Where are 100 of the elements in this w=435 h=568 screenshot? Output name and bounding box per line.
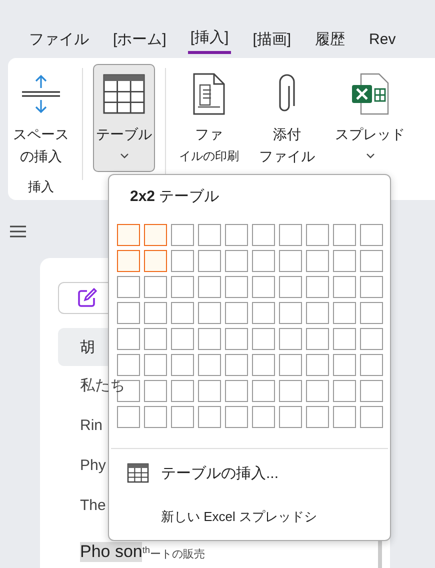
- grid-cell[interactable]: [360, 380, 383, 402]
- ribbon-tab[interactable]: Rev: [367, 28, 398, 54]
- grid-cell[interactable]: [198, 302, 221, 324]
- grid-cell[interactable]: [171, 224, 194, 246]
- grid-cell[interactable]: [306, 354, 329, 376]
- document-icon: [192, 73, 226, 115]
- grid-cell[interactable]: [225, 224, 248, 246]
- grid-cell[interactable]: [252, 276, 275, 298]
- grid-cell[interactable]: [198, 328, 221, 350]
- group-label: 挿入: [28, 178, 54, 196]
- grid-cell[interactable]: [117, 406, 140, 428]
- grid-cell[interactable]: [306, 406, 329, 428]
- grid-cell[interactable]: [144, 224, 167, 246]
- grid-cell[interactable]: [360, 250, 383, 272]
- grid-cell[interactable]: [306, 276, 329, 298]
- grid-cell[interactable]: [333, 302, 356, 324]
- grid-cell[interactable]: [306, 302, 329, 324]
- grid-cell[interactable]: [279, 250, 302, 272]
- grid-cell[interactable]: [117, 276, 140, 298]
- grid-cell[interactable]: [198, 354, 221, 376]
- ribbon-tab[interactable]: [描画]: [250, 28, 294, 54]
- grid-cell[interactable]: [360, 302, 383, 324]
- grid-cell[interactable]: [306, 250, 329, 272]
- grid-cell[interactable]: [252, 380, 275, 402]
- grid-cell[interactable]: [252, 250, 275, 272]
- ribbon-button[interactable]: スプレッド: [332, 64, 408, 172]
- grid-cell[interactable]: [198, 224, 221, 246]
- page-item[interactable]: Phy: [58, 446, 106, 486]
- grid-cell[interactable]: [252, 302, 275, 324]
- grid-cell[interactable]: [333, 406, 356, 428]
- grid-cell[interactable]: [198, 276, 221, 298]
- menu-item[interactable]: 新しい Excel スプレッドシ: [109, 497, 318, 537]
- grid-cell[interactable]: [117, 328, 140, 350]
- grid-cell[interactable]: [171, 250, 194, 272]
- grid-cell[interactable]: [117, 302, 140, 324]
- ribbon-tab[interactable]: ファイル: [27, 28, 91, 54]
- grid-cell[interactable]: [117, 224, 140, 246]
- grid-cell[interactable]: [171, 276, 194, 298]
- grid-cell[interactable]: [360, 276, 383, 298]
- grid-cell[interactable]: [360, 354, 383, 376]
- grid-cell[interactable]: [360, 406, 383, 428]
- ribbon-tab[interactable]: [ホーム]: [111, 28, 168, 54]
- ribbon-button[interactable]: ファ イルの印刷: [176, 64, 242, 172]
- grid-cell[interactable]: [279, 328, 302, 350]
- grid-cell[interactable]: [117, 354, 140, 376]
- grid-cell[interactable]: [225, 302, 248, 324]
- grid-cell[interactable]: [171, 380, 194, 402]
- grid-cell[interactable]: [144, 380, 167, 402]
- page-item[interactable]: Pho son: [80, 542, 142, 562]
- grid-cell[interactable]: [279, 380, 302, 402]
- grid-cell[interactable]: [306, 380, 329, 402]
- menu-item[interactable]: テーブルの挿入...: [109, 453, 279, 493]
- grid-cell[interactable]: [198, 250, 221, 272]
- grid-cell[interactable]: [171, 302, 194, 324]
- menu-icon[interactable]: [10, 225, 26, 238]
- grid-cell[interactable]: [171, 354, 194, 376]
- grid-cell[interactable]: [198, 380, 221, 402]
- grid-cell[interactable]: [144, 302, 167, 324]
- grid-cell[interactable]: [225, 354, 248, 376]
- grid-cell[interactable]: [144, 328, 167, 350]
- grid-cell[interactable]: [144, 406, 167, 428]
- grid-cell[interactable]: [333, 354, 356, 376]
- grid-cell[interactable]: [360, 328, 383, 350]
- grid-cell[interactable]: [225, 276, 248, 298]
- grid-cell[interactable]: [279, 276, 302, 298]
- grid-cell[interactable]: [252, 224, 275, 246]
- grid-cell[interactable]: [171, 328, 194, 350]
- page-item[interactable]: 私たち: [58, 366, 125, 406]
- grid-cell[interactable]: [171, 406, 194, 428]
- grid-cell[interactable]: [279, 302, 302, 324]
- grid-cell[interactable]: [144, 276, 167, 298]
- ribbon-tab[interactable]: 履歴: [313, 28, 348, 54]
- grid-cell[interactable]: [144, 250, 167, 272]
- grid-cell[interactable]: [252, 328, 275, 350]
- grid-cell[interactable]: [333, 250, 356, 272]
- grid-cell[interactable]: [306, 328, 329, 350]
- grid-cell[interactable]: [279, 354, 302, 376]
- grid-cell[interactable]: [279, 406, 302, 428]
- grid-cell[interactable]: [252, 406, 275, 428]
- grid-cell[interactable]: [360, 224, 383, 246]
- grid-cell[interactable]: [333, 224, 356, 246]
- grid-cell[interactable]: [198, 406, 221, 428]
- page-item[interactable]: Rin: [58, 406, 103, 446]
- grid-cell[interactable]: [252, 354, 275, 376]
- grid-cell[interactable]: [306, 224, 329, 246]
- page-item[interactable]: The: [58, 486, 106, 526]
- grid-cell[interactable]: [333, 276, 356, 298]
- grid-cell[interactable]: [225, 328, 248, 350]
- grid-cell[interactable]: [225, 250, 248, 272]
- ribbon-tab[interactable]: [挿入]: [188, 28, 231, 54]
- grid-cell[interactable]: [279, 224, 302, 246]
- ribbon-button[interactable]: テーブル: [93, 64, 155, 172]
- grid-cell[interactable]: [144, 354, 167, 376]
- grid-cell[interactable]: [117, 250, 140, 272]
- ribbon-button[interactable]: スペース の挿入: [10, 64, 72, 172]
- grid-cell[interactable]: [225, 406, 248, 428]
- grid-cell[interactable]: [333, 380, 356, 402]
- grid-cell[interactable]: [225, 380, 248, 402]
- grid-cell[interactable]: [333, 328, 356, 350]
- ribbon-button[interactable]: 添付 ファイル: [256, 64, 318, 172]
